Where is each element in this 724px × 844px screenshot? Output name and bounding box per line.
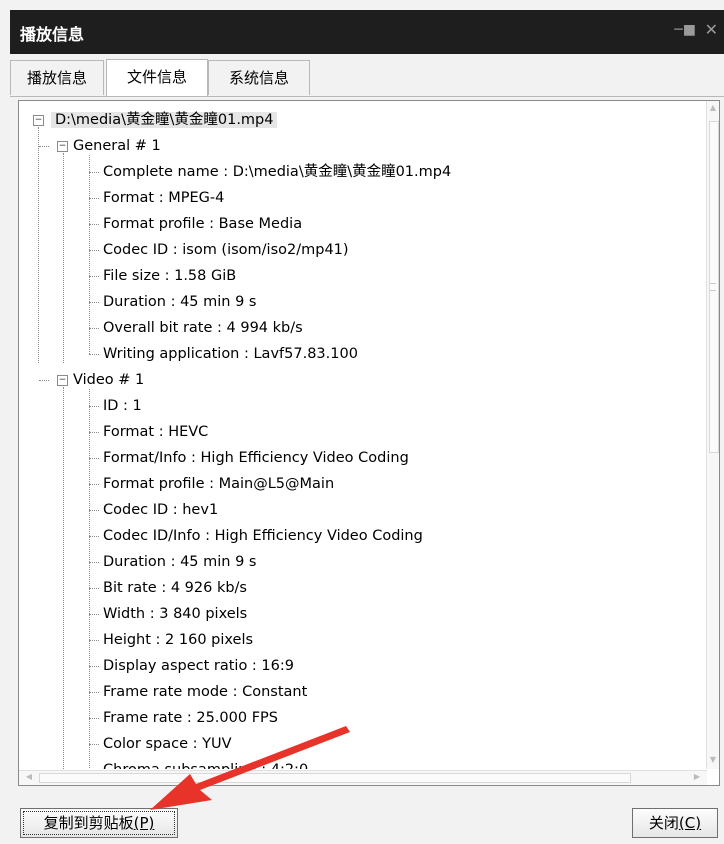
tree-leaf-general-2[interactable]: Format profile : Base Media xyxy=(103,211,302,237)
tree-leaf-general-1[interactable]: Format : MPEG-4 xyxy=(103,185,224,211)
close-button-mnemonic: (C) xyxy=(678,814,702,832)
tree-line xyxy=(89,172,99,173)
collapse-icon[interactable]: − xyxy=(57,141,68,152)
tree-line xyxy=(89,640,99,641)
tree-leaf-video-1[interactable]: Format : HEVC xyxy=(103,419,208,445)
tree-line xyxy=(63,387,64,769)
tree-leaf-video-7[interactable]: Bit rate : 4 926 kb/s xyxy=(103,575,247,601)
tab-playback-info[interactable]: 播放信息 xyxy=(10,60,104,95)
tree-leaf-video-5[interactable]: Codec ID/Info : High Efficiency Video Co… xyxy=(103,523,423,549)
tree-root-label: D:\media\黄金瞳\黄金瞳01.mp4 xyxy=(51,112,278,128)
tab-bar: 播放信息 文件信息 系统信息 xyxy=(10,54,724,97)
tree-line xyxy=(89,406,99,407)
tree-leaf-video-10[interactable]: Display aspect ratio : 16:9 xyxy=(103,653,294,679)
tree-leaf-video-12[interactable]: Frame rate : 25.000 FPS xyxy=(103,705,278,731)
tree-line xyxy=(89,198,99,199)
file-info-tree: − D:\media\黄金瞳\黄金瞳01.mp4 − General # 1 C… xyxy=(18,100,720,786)
media-info-dialog: 播放信息 ─■ ✕ 播放信息 文件信息 系统信息 − D:\media\黄金瞳\… xyxy=(0,0,724,844)
pin-icon[interactable]: ─■ xyxy=(674,22,696,38)
close-button-label: 关闭 xyxy=(648,814,679,832)
tree-leaf-general-4[interactable]: File size : 1.58 GiB xyxy=(103,263,236,289)
tree-node-video[interactable]: Video # 1 xyxy=(73,367,144,393)
tree-leaf-video-2[interactable]: Format/Info : High Efficiency Video Codi… xyxy=(103,445,409,471)
horizontal-scrollbar[interactable]: ◀ ▶ xyxy=(19,770,707,785)
hscroll-thumb[interactable] xyxy=(39,773,631,783)
tree-line xyxy=(89,389,90,769)
tree-line xyxy=(89,536,99,537)
title-bar: 播放信息 ─■ ✕ xyxy=(10,10,724,54)
tree-line xyxy=(89,510,99,511)
collapse-icon[interactable]: − xyxy=(33,115,44,126)
tree-leaf-video-13[interactable]: Color space : YUV xyxy=(103,731,232,757)
tree-line xyxy=(89,718,99,719)
tree-leaf-general-6[interactable]: Overall bit rate : 4 994 kb/s xyxy=(103,315,303,341)
tree-line xyxy=(89,588,99,589)
tree-line xyxy=(89,432,99,433)
tree-leaf-video-0[interactable]: ID : 1 xyxy=(103,393,142,419)
tree-leaf-video-14[interactable]: Chroma subsampling : 4:2:0 xyxy=(103,757,308,769)
tree-line xyxy=(89,614,99,615)
copy-button-mnemonic: (P) xyxy=(133,814,155,832)
grip-icon xyxy=(710,283,716,291)
scroll-up-icon[interactable]: ▲ xyxy=(707,103,719,115)
tree-line xyxy=(89,302,99,303)
tree-leaf-video-3[interactable]: Format profile : Main@L5@Main xyxy=(103,471,334,497)
collapse-icon[interactable]: − xyxy=(57,375,68,386)
close-button[interactable]: 关闭(C) xyxy=(632,808,718,838)
tree-leaf-video-8[interactable]: Width : 3 840 pixels xyxy=(103,601,247,627)
tree-line xyxy=(89,744,99,745)
tree-line xyxy=(89,276,99,277)
scroll-right-icon[interactable]: ▶ xyxy=(691,772,703,784)
tree-line xyxy=(89,250,99,251)
tab-file-info[interactable]: 文件信息 xyxy=(106,59,208,96)
tree-line xyxy=(89,155,90,354)
scroll-down-icon[interactable]: ▼ xyxy=(707,755,719,767)
tree-line xyxy=(38,127,39,363)
tree-leaf-general-3[interactable]: Codec ID : isom (isom/iso2/mp41) xyxy=(103,237,349,263)
tree-leaf-general-7[interactable]: Writing application : Lavf57.83.100 xyxy=(103,341,358,367)
tree-leaf-video-11[interactable]: Frame rate mode : Constant xyxy=(103,679,307,705)
tree-line xyxy=(89,484,99,485)
tab-system-info[interactable]: 系统信息 xyxy=(208,60,310,95)
tree-root[interactable]: D:\media\黄金瞳\黄金瞳01.mp4 xyxy=(51,107,278,133)
tree-leaf-general-0[interactable]: Complete name : D:\media\黄金瞳\黄金瞳01.mp4 xyxy=(103,159,451,185)
tree-line xyxy=(89,224,99,225)
tree-line xyxy=(63,153,64,363)
scroll-left-icon[interactable]: ◀ xyxy=(23,772,35,784)
tree-line xyxy=(89,458,99,459)
tree-line xyxy=(89,692,99,693)
tree-leaf-video-9[interactable]: Height : 2 160 pixels xyxy=(103,627,253,653)
tree-line xyxy=(89,666,99,667)
tree-line xyxy=(89,354,99,355)
tree-leaf-video-6[interactable]: Duration : 45 min 9 s xyxy=(103,549,256,575)
tree-leaf-general-5[interactable]: Duration : 45 min 9 s xyxy=(103,289,256,315)
vertical-scrollbar[interactable]: ▲ ▼ xyxy=(706,101,719,769)
tree-line xyxy=(39,380,49,381)
tree-line xyxy=(89,562,99,563)
tree-node-general[interactable]: General # 1 xyxy=(73,133,161,159)
tree-content: − D:\media\黄金瞳\黄金瞳01.mp4 − General # 1 C… xyxy=(19,101,707,769)
tree-leaf-video-4[interactable]: Codec ID : hev1 xyxy=(103,497,218,523)
tree-line xyxy=(89,328,99,329)
tree-line xyxy=(39,146,49,147)
copy-button-label: 复制到剪贴板 xyxy=(43,814,134,832)
window-title: 播放信息 xyxy=(20,25,85,44)
copy-to-clipboard-button[interactable]: 复制到剪贴板(P) xyxy=(20,808,178,838)
close-icon[interactable]: ✕ xyxy=(705,20,718,39)
